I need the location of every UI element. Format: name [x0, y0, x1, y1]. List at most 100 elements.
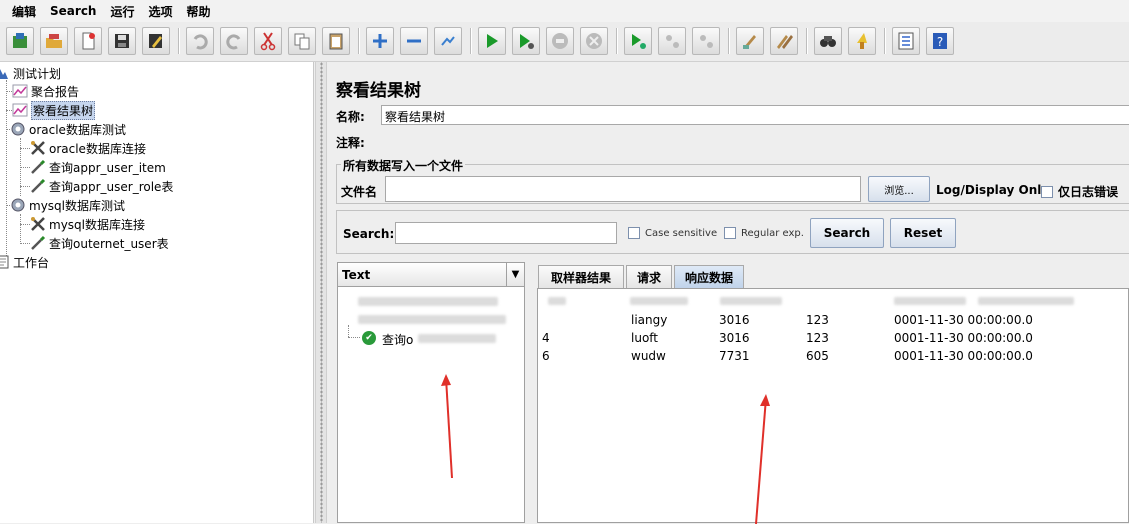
toggle-icon[interactable] — [434, 27, 462, 55]
checkbox-box — [628, 227, 640, 239]
file-group-title: 所有数据写入一个文件 — [341, 157, 466, 174]
renderer-select[interactable]: Text ▼ — [338, 263, 524, 287]
case-sensitive-checkbox[interactable]: Case sensitive — [628, 227, 717, 239]
menu-run[interactable]: 运行 — [110, 3, 134, 20]
cell-value-b: 123 — [806, 313, 829, 327]
cell-date: 0001-11-30 00:00:00.0 — [894, 331, 1033, 345]
tree-node-aggregate-report[interactable]: 聚合报告 — [12, 82, 79, 100]
cell-value-b: 605 — [806, 349, 829, 363]
tree-node-mysql-connection[interactable]: mysql数据库连接 — [30, 215, 145, 233]
clear-icon[interactable] — [736, 27, 764, 55]
redo-icon[interactable] — [220, 27, 248, 55]
view-results-tree-panel: 察看结果树 名称: 察看结果树 注释: 所有数据写入一个文件 文件名 浏览...… — [328, 62, 1129, 524]
pipette-icon — [30, 178, 46, 194]
tree-node-query-outernet-user[interactable]: 查询outernet_user表 — [30, 234, 169, 252]
function-helper-icon[interactable] — [892, 27, 920, 55]
tree-node-oracle-connection[interactable]: oracle数据库连接 — [30, 139, 146, 157]
expand-icon[interactable] — [366, 27, 394, 55]
start-no-pause-icon[interactable] — [512, 27, 540, 55]
tab-sampler-result[interactable]: 取样器结果 — [538, 265, 624, 289]
tree-node-query-appr-user-role[interactable]: 查询appr_user_role表 — [30, 177, 173, 195]
undo-icon[interactable] — [186, 27, 214, 55]
success-icon: ✔ — [362, 331, 376, 345]
tab-request[interactable]: 请求 — [626, 265, 672, 289]
shutdown-icon[interactable] — [580, 27, 608, 55]
chevron-down-icon[interactable]: ▼ — [506, 263, 524, 286]
cell-name: wudw — [631, 349, 666, 363]
cell-value-a: 3016 — [719, 331, 750, 345]
cut-icon[interactable] — [254, 27, 282, 55]
menu-search[interactable]: Search — [50, 4, 96, 18]
menu-bar: 编辑 Search 运行 选项 帮助 — [0, 0, 1129, 22]
cell-date: 0001-11-30 00:00:00.0 — [894, 313, 1033, 327]
regular-exp-checkbox[interactable]: Regular exp. — [724, 227, 804, 239]
stop-icon[interactable] — [546, 27, 574, 55]
search-input[interactable] — [395, 222, 617, 244]
collapse-icon[interactable] — [400, 27, 428, 55]
name-field[interactable]: 察看结果树 — [381, 105, 1129, 125]
tree-node-view-results-tree[interactable]: 察看结果树 — [12, 100, 96, 120]
page-title: 察看结果树 — [336, 81, 421, 101]
svg-text:?: ? — [937, 35, 943, 49]
cell-id: 6 — [542, 349, 550, 363]
cell-id: 4 — [542, 331, 550, 345]
cell-value-a: 3016 — [719, 313, 750, 327]
cell-date: 0001-11-30 00:00:00.0 — [894, 349, 1033, 363]
help-icon[interactable]: ? — [926, 27, 954, 55]
gear-icon — [10, 121, 26, 137]
tree-node-test-plan[interactable]: 测试计划 — [0, 64, 61, 82]
reset-search-icon[interactable] — [848, 27, 876, 55]
test-plan-icon — [0, 65, 10, 81]
chart-icon — [12, 83, 28, 99]
pipette-icon — [30, 159, 46, 175]
tree-node-mysql-thread-group[interactable]: mysql数据库测试 — [10, 196, 125, 214]
file-name-label: 文件名 — [341, 185, 378, 199]
comment-label: 注释: — [336, 136, 365, 150]
response-data-view[interactable]: liangy 3016 123 0001-11-30 00:00:00.0 4 … — [537, 288, 1129, 523]
tree-node-oracle-thread-group[interactable]: oracle数据库测试 — [10, 120, 126, 138]
tree-node-query-appr-user-item[interactable]: 查询appr_user_item — [30, 158, 166, 176]
search-label: Search: — [343, 227, 395, 241]
wrench-icon — [30, 140, 46, 156]
edit-icon[interactable] — [142, 27, 170, 55]
cell-name: liangy — [631, 313, 668, 327]
start-icon[interactable] — [478, 27, 506, 55]
sample-label[interactable]: 查询o — [382, 331, 413, 348]
workbench-icon — [0, 254, 10, 270]
errors-only-checkbox[interactable]: 仅日志错误 — [1041, 183, 1118, 200]
log-display-label: Log/Display Only: — [936, 183, 1054, 197]
browse-button[interactable]: 浏览... — [868, 176, 930, 202]
tree-node-workbench[interactable]: 工作台 — [0, 253, 49, 271]
clear-all-icon[interactable] — [770, 27, 798, 55]
sample-result-list[interactable]: Text ▼ ✔ 查询o — [337, 262, 525, 523]
menu-help[interactable]: 帮助 — [187, 3, 211, 20]
annotation-arrow-right — [755, 394, 770, 524]
paste-icon[interactable] — [322, 27, 350, 55]
split-pane-divider[interactable] — [315, 62, 327, 523]
menu-edit[interactable]: 编辑 — [12, 3, 36, 20]
reset-button[interactable]: Reset — [890, 218, 956, 248]
cell-name: luoft — [631, 331, 658, 345]
cell-value-b: 123 — [806, 331, 829, 345]
remote-shutdown-icon[interactable] — [692, 27, 720, 55]
annotation-arrow-left — [441, 374, 453, 478]
toolbar: ? — [0, 22, 1129, 62]
remote-start-icon[interactable] — [624, 27, 652, 55]
cell-value-a: 7731 — [719, 349, 750, 363]
tab-response-data[interactable]: 响应数据 — [674, 265, 744, 289]
file-name-input[interactable] — [385, 176, 861, 202]
save-icon[interactable] — [108, 27, 136, 55]
checkbox-box — [1041, 185, 1053, 198]
test-plan-tree[interactable]: 测试计划 聚合报告 察看结果树 oracle数据库测试 oracle数据库连接 … — [0, 62, 314, 523]
name-label: 名称: — [336, 110, 365, 124]
remote-stop-icon[interactable] — [658, 27, 686, 55]
template-icon[interactable] — [6, 27, 34, 55]
new-icon[interactable] — [74, 27, 102, 55]
pipette-icon — [30, 235, 46, 251]
search-button[interactable]: Search — [810, 218, 884, 248]
menu-options[interactable]: 选项 — [148, 3, 172, 20]
open-icon[interactable] — [40, 27, 68, 55]
search-icon[interactable] — [814, 27, 842, 55]
copy-icon[interactable] — [288, 27, 316, 55]
checkbox-box — [724, 227, 736, 239]
